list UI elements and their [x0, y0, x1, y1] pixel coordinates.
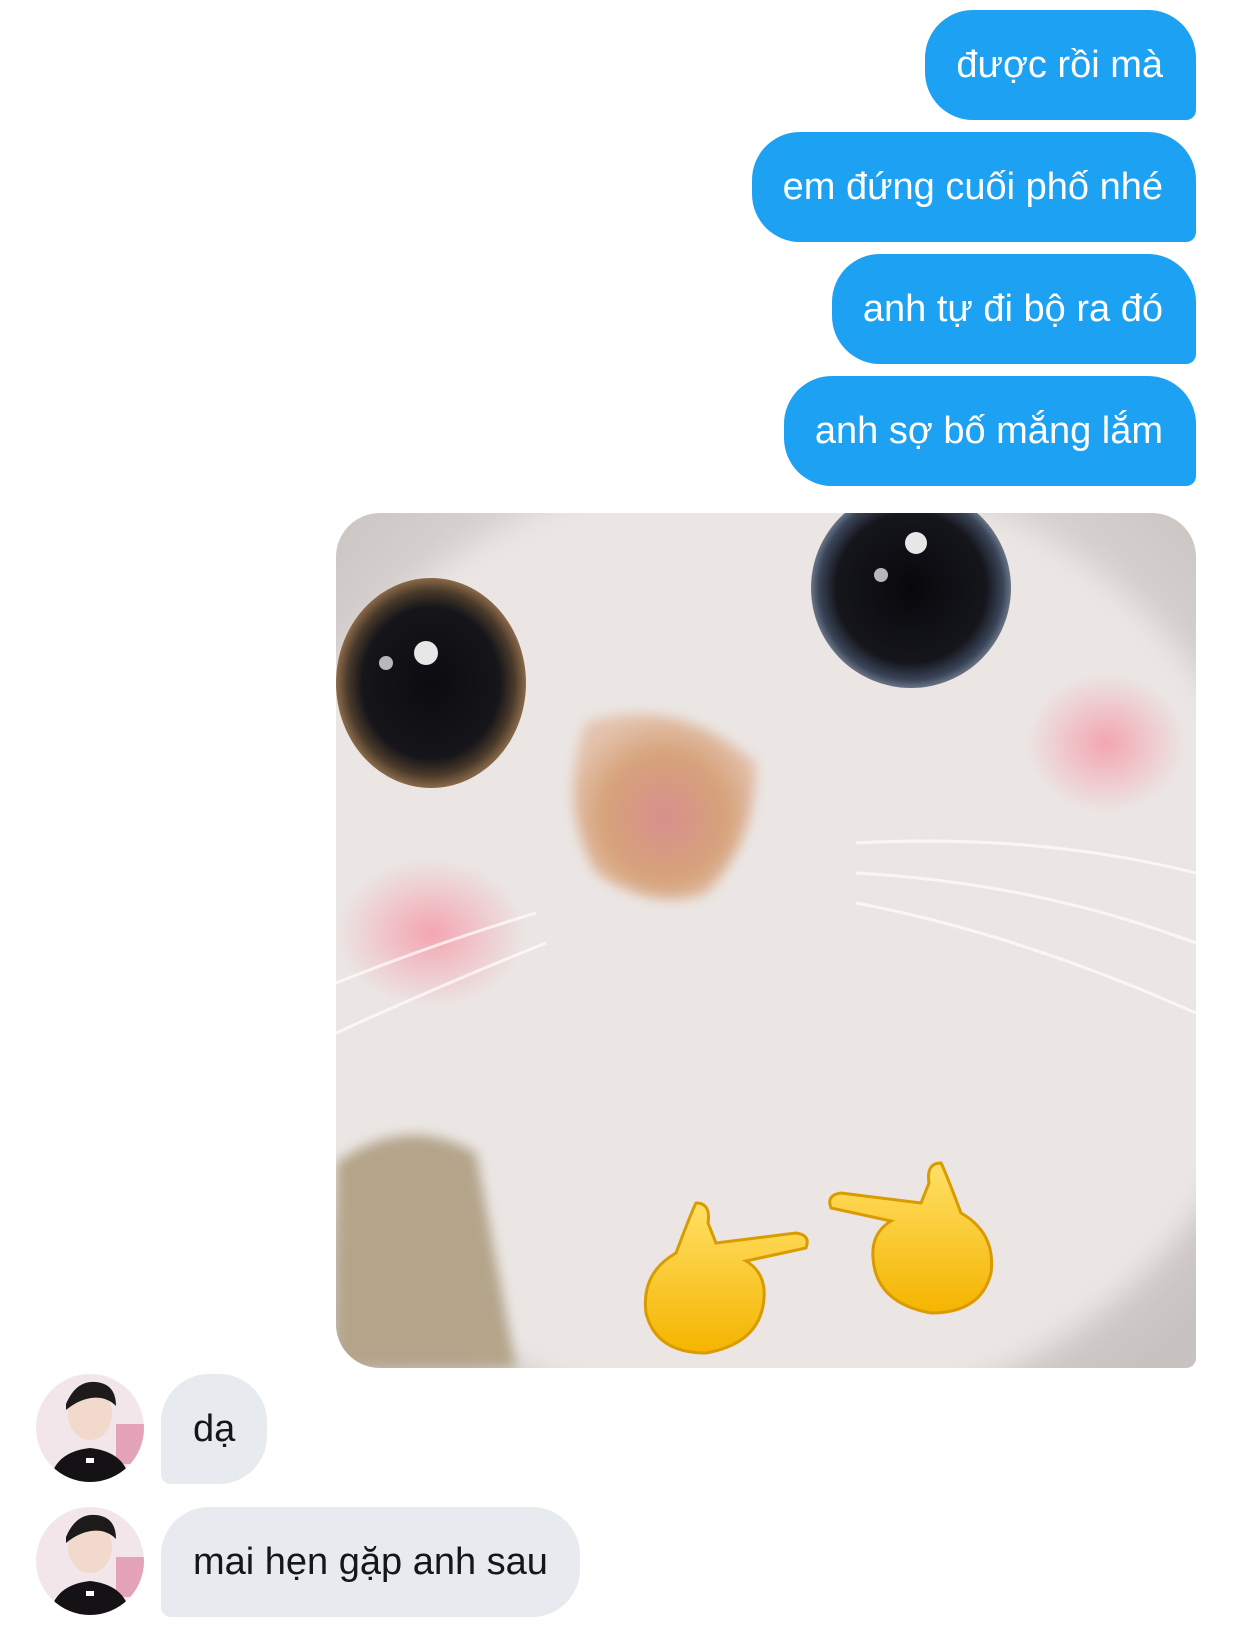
message-text: mai hẹn gặp anh sau: [193, 1541, 548, 1583]
message-text: anh tự đi bộ ra đó: [862, 288, 1163, 330]
outgoing-message[interactable]: em đứng cuối phố nhé: [751, 132, 1196, 242]
outgoing-message[interactable]: anh tự đi bộ ra đó: [831, 254, 1196, 364]
message-text: anh sợ bố mắng lắm: [814, 410, 1163, 452]
conversation-thread: được rồi mà em đứng cuối phố nhé anh tự …: [0, 0, 1242, 1647]
incoming-message[interactable]: mai hẹn gặp anh sau: [161, 1507, 580, 1617]
avatar-image: [36, 1507, 144, 1615]
outgoing-message[interactable]: được rồi mà: [925, 10, 1196, 120]
contact-avatar[interactable]: [36, 1374, 144, 1482]
message-text: em đứng cuối phố nhé: [782, 166, 1163, 208]
outgoing-message[interactable]: anh sợ bố mắng lắm: [783, 376, 1196, 486]
incoming-message[interactable]: dạ: [161, 1374, 268, 1484]
outgoing-image-message[interactable]: [336, 513, 1196, 1368]
message-text: được rồi mà: [956, 44, 1163, 86]
contact-avatar[interactable]: [36, 1507, 144, 1615]
cat-meme-image: [336, 513, 1196, 1368]
message-text: dạ: [193, 1408, 236, 1450]
avatar-image: [36, 1374, 144, 1482]
